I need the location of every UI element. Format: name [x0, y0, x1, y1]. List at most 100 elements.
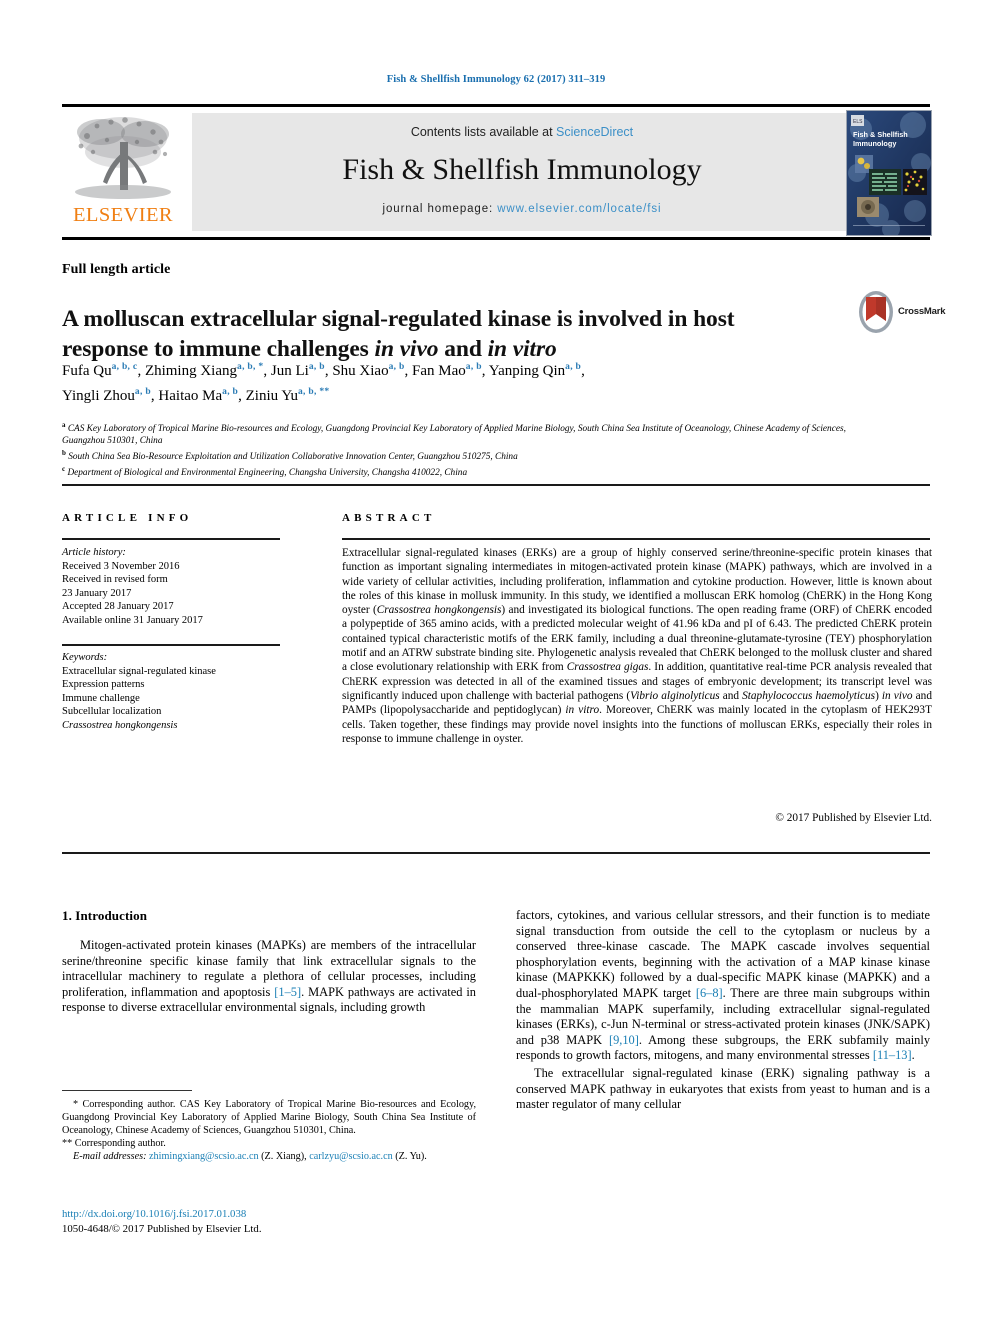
keyword-item: Extracellular signal-regulated kinase: [62, 665, 216, 677]
author-separator: ,: [581, 363, 585, 379]
article-history-divider: [62, 644, 280, 646]
svg-text:Immunology: Immunology: [853, 139, 897, 148]
author-item: Ziniu Yua, b, **: [245, 387, 330, 404]
author-affiliation-marker: a, b: [388, 362, 405, 372]
article-info-rule: [62, 538, 280, 540]
author-separator: ,: [481, 363, 489, 379]
article-history-item: Available online 31 January 2017: [62, 614, 203, 626]
section-heading-introduction: 1. Introduction: [62, 908, 148, 923]
svg-text:ELS: ELS: [853, 119, 863, 125]
article-history-item: Received in revised form: [62, 574, 168, 586]
author-name: Yingli Zhou: [62, 388, 135, 404]
svg-text:Fish & Shellfish: Fish & Shellfish: [853, 130, 908, 139]
email-owner-2: (Z. Yu).: [392, 1151, 427, 1162]
author-affiliation-marker: a, b: [565, 362, 582, 372]
citation-ref-9-10[interactable]: [9,10]: [609, 1033, 639, 1047]
article-info-heading: ARTICLE INFO: [62, 512, 193, 524]
elsevier-logo: ELSEVIER: [64, 112, 182, 232]
journal-cover-thumbnail: ELS Fish & Shellfish Immunology: [846, 110, 932, 236]
author-affiliation-marker: a, b: [134, 387, 151, 397]
author-name: Zhiming Xiang: [144, 363, 238, 379]
doi-block: http://dx.doi.org/10.1016/j.fsi.2017.01.…: [62, 1207, 482, 1236]
keywords-label: Keywords:: [62, 652, 108, 663]
footnote-block: * Corresponding author. CAS Key Laborato…: [62, 1098, 476, 1163]
author-item: Jun Lia, b,: [270, 362, 332, 379]
article-history-item: Accepted 28 January 2017: [62, 601, 174, 613]
affiliation-text: Department of Biological and Environment…: [67, 467, 468, 478]
author-separator: ,: [238, 388, 246, 404]
affiliation-item: b South China Sea Bio-Resource Exploitat…: [62, 448, 862, 464]
author-affiliation-marker: a, b: [465, 362, 482, 372]
sciencedirect-link[interactable]: ScienceDirect: [556, 125, 633, 139]
keyword-item: Subcellular localization: [62, 706, 162, 718]
email-owner-1: (Z. Xiang),: [258, 1151, 310, 1162]
masthead-top-rule: [62, 104, 930, 107]
author-affiliation-marker: a, b: [308, 362, 325, 372]
author-item: Fan Maoa, b,: [412, 362, 489, 379]
homepage-prefix: journal homepage:: [382, 203, 498, 215]
abstract-seg: and: [719, 689, 743, 702]
article-type-label: Full length article: [62, 262, 171, 277]
abstract-species-3: Vibrio alginolyticus: [630, 689, 720, 702]
journal-cover-art: ELS Fish & Shellfish Immunology: [847, 111, 931, 235]
article-history-label: Article history:: [62, 547, 126, 558]
journal-title: Fish & Shellfish Immunology: [342, 153, 702, 186]
footnote-text: Corresponding author. CAS Key Laboratory…: [62, 1099, 476, 1136]
journal-homepage-link[interactable]: www.elsevier.com/locate/fsi: [497, 203, 661, 215]
citation-ref-1-5[interactable]: [1–5]: [274, 985, 301, 999]
footnote-marker-double-star: **: [62, 1138, 73, 1149]
abstract-species-2: Crassostrea gigas: [566, 661, 649, 674]
intro-seg: .: [911, 1048, 915, 1063]
doi-link[interactable]: http://dx.doi.org/10.1016/j.fsi.2017.01.…: [62, 1207, 482, 1222]
abstract-text: Extracellular signal-regulated kinases (…: [342, 546, 932, 746]
elsevier-wordmark: ELSEVIER: [73, 204, 173, 226]
email-link-xiang[interactable]: zhimingxiang@scsio.ac.cn: [149, 1151, 259, 1162]
crossmark-badge-group[interactable]: CrossMark: [856, 290, 946, 334]
author-affiliation-marker: a, b, **: [298, 387, 330, 397]
crossmark-icon[interactable]: [856, 290, 896, 334]
abstract-copyright: © 2017 Published by Elsevier Ltd.: [775, 812, 932, 824]
intro-paragraph-2: The extracellular signal-regulated kinas…: [516, 1065, 930, 1112]
author-name: Ziniu Yu: [245, 388, 298, 404]
affiliation-divider: [62, 484, 930, 486]
author-item: Haitao Maa, b,: [158, 387, 246, 404]
affiliation-text: CAS Key Laboratory of Tropical Marine Bi…: [62, 424, 846, 446]
footnote-text: Corresponding author.: [72, 1138, 166, 1149]
affiliation-item: c Department of Biological and Environme…: [62, 464, 862, 480]
author-affiliation-marker: a, b, c: [111, 362, 138, 372]
email-link-yu[interactable]: carlzyu@scsio.ac.cn: [309, 1151, 393, 1162]
crossmark-label: CrossMark: [898, 306, 946, 317]
author-affiliation-marker: a, b, *: [237, 362, 264, 372]
footnote-emails: E-mail addresses: zhimingxiang@scsio.ac.…: [62, 1150, 476, 1163]
author-item: Yanping Qina, b,: [489, 362, 585, 379]
author-item: Shu Xiaoa, b,: [332, 362, 412, 379]
page-title: A molluscan extracellular signal-regulat…: [62, 304, 832, 364]
journal-band: Contents lists available at ScienceDirec…: [192, 113, 852, 231]
affiliation-item: a CAS Key Laboratory of Tropical Marine …: [62, 420, 862, 448]
intro-paragraph-1-cont: factors, cytokines, and various cellular…: [516, 908, 930, 1064]
abstract-in-vitro: in vitro: [565, 704, 600, 717]
masthead-bottom-rule: [62, 237, 930, 240]
abstract-seg: ): [875, 689, 882, 702]
author-name: Fufa Qu: [62, 363, 112, 379]
affiliation-text: South China Sea Bio-Resource Exploitatio…: [68, 451, 518, 462]
keyword-item: Immune challenge: [62, 692, 140, 704]
affiliation-list: a CAS Key Laboratory of Tropical Marine …: [62, 420, 862, 479]
footnote-corresponding-secondary: ** Corresponding author.: [62, 1137, 476, 1150]
body-column-left: 1. Introduction Mitogen-activated protei…: [62, 908, 476, 1018]
abstract-rule: [342, 538, 930, 540]
journal-homepage-line: journal homepage: www.elsevier.com/locat…: [192, 203, 852, 215]
author-item: Yingli Zhoua, b,: [62, 387, 158, 404]
affiliation-marker: c: [62, 464, 66, 473]
citation-ref-11-13[interactable]: [11–13]: [873, 1048, 912, 1062]
journal-article-page: Fish & Shellfish Immunology 62 (2017) 31…: [0, 0, 992, 1323]
author-name: Jun Li: [270, 363, 309, 379]
body-column-right: factors, cytokines, and various cellular…: [516, 908, 930, 1115]
article-history: Article history: Received 3 November 201…: [62, 546, 282, 628]
issn-copyright-line: 1050-4648/© 2017 Published by Elsevier L…: [62, 1222, 262, 1235]
elsevier-tree-icon: [75, 117, 171, 199]
author-name: Shu Xiao: [332, 363, 389, 379]
affiliation-marker: b: [62, 448, 66, 457]
citation-ref-6-8[interactable]: [6–8]: [696, 986, 723, 1000]
abstract-heading: ABSTRACT: [342, 512, 436, 524]
